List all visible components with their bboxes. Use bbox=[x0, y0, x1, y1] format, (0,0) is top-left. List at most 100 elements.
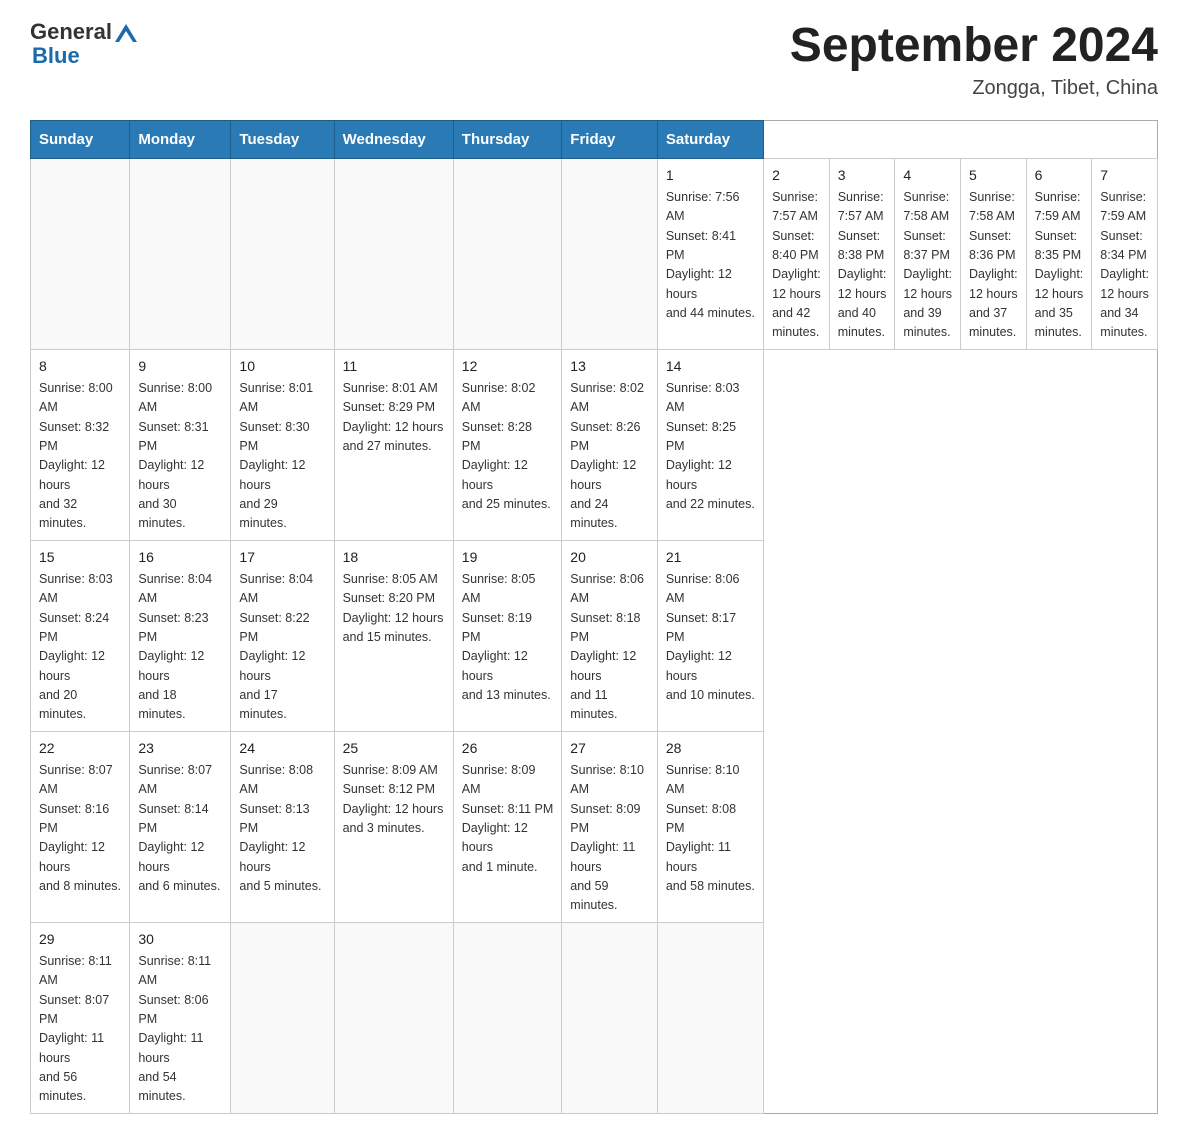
logo-blue-text: Blue bbox=[32, 44, 80, 68]
day-number: 5 bbox=[969, 165, 1018, 186]
day-number: 14 bbox=[666, 356, 755, 377]
calendar-day-29: 29 Sunrise: 8:11 AMSunset: 8:07 PMDaylig… bbox=[31, 922, 130, 1113]
day-info: Sunrise: 8:06 AMSunset: 8:17 PMDaylight:… bbox=[666, 570, 755, 706]
day-number: 19 bbox=[462, 547, 554, 568]
calendar-week-3: 15 Sunrise: 8:03 AMSunset: 8:24 PMDaylig… bbox=[31, 540, 1158, 731]
calendar-day-11: 11 Sunrise: 8:01 AMSunset: 8:29 PMDaylig… bbox=[334, 349, 453, 540]
logo: General Blue bbox=[30, 20, 137, 68]
day-header-sunday: Sunday bbox=[31, 120, 130, 158]
day-info: Sunrise: 8:01 AMSunset: 8:29 PMDaylight:… bbox=[343, 379, 445, 457]
calendar-day-19: 19 Sunrise: 8:05 AMSunset: 8:19 PMDaylig… bbox=[453, 540, 562, 731]
day-info: Sunrise: 8:03 AMSunset: 8:25 PMDaylight:… bbox=[666, 379, 755, 515]
day-header-tuesday: Tuesday bbox=[231, 120, 334, 158]
day-info: Sunrise: 8:00 AMSunset: 8:32 PMDaylight:… bbox=[39, 379, 121, 534]
calendar-day-25: 25 Sunrise: 8:09 AMSunset: 8:12 PMDaylig… bbox=[334, 731, 453, 922]
day-number: 8 bbox=[39, 356, 121, 377]
day-info: Sunrise: 8:06 AMSunset: 8:18 PMDaylight:… bbox=[570, 570, 649, 725]
calendar-day-3: 3 Sunrise: 7:57 AMSunset: 8:38 PMDayligh… bbox=[829, 158, 895, 349]
day-number: 18 bbox=[343, 547, 445, 568]
day-number: 24 bbox=[239, 738, 325, 759]
day-info: Sunrise: 7:58 AMSunset: 8:37 PMDaylight:… bbox=[903, 188, 952, 343]
day-number: 25 bbox=[343, 738, 445, 759]
day-info: Sunrise: 8:09 AMSunset: 8:12 PMDaylight:… bbox=[343, 761, 445, 839]
day-info: Sunrise: 8:03 AMSunset: 8:24 PMDaylight:… bbox=[39, 570, 121, 725]
calendar-day-16: 16 Sunrise: 8:04 AMSunset: 8:23 PMDaylig… bbox=[130, 540, 231, 731]
day-header-wednesday: Wednesday bbox=[334, 120, 453, 158]
empty-cell bbox=[231, 158, 334, 349]
day-number: 3 bbox=[838, 165, 887, 186]
day-number: 6 bbox=[1035, 165, 1084, 186]
day-number: 13 bbox=[570, 356, 649, 377]
empty-cell bbox=[562, 158, 658, 349]
day-info: Sunrise: 8:02 AMSunset: 8:28 PMDaylight:… bbox=[462, 379, 554, 515]
day-number: 9 bbox=[138, 356, 222, 377]
day-number: 26 bbox=[462, 738, 554, 759]
empty-cell bbox=[453, 922, 562, 1113]
day-header-friday: Friday bbox=[562, 120, 658, 158]
calendar-day-27: 27 Sunrise: 8:10 AMSunset: 8:09 PMDaylig… bbox=[562, 731, 658, 922]
empty-cell bbox=[453, 158, 562, 349]
calendar-day-8: 8 Sunrise: 8:00 AMSunset: 8:32 PMDayligh… bbox=[31, 349, 130, 540]
day-number: 15 bbox=[39, 547, 121, 568]
page-header: General Blue September 2024 Zongga, Tibe… bbox=[30, 20, 1158, 100]
subtitle: Zongga, Tibet, China bbox=[790, 77, 1158, 100]
day-info: Sunrise: 8:04 AMSunset: 8:22 PMDaylight:… bbox=[239, 570, 325, 725]
day-info: Sunrise: 8:01 AMSunset: 8:30 PMDaylight:… bbox=[239, 379, 325, 534]
empty-cell bbox=[130, 158, 231, 349]
calendar-week-2: 8 Sunrise: 8:00 AMSunset: 8:32 PMDayligh… bbox=[31, 349, 1158, 540]
day-info: Sunrise: 8:09 AMSunset: 8:11 PMDaylight:… bbox=[462, 761, 554, 877]
day-info: Sunrise: 7:59 AMSunset: 8:34 PMDaylight:… bbox=[1100, 188, 1149, 343]
calendar-day-6: 6 Sunrise: 7:59 AMSunset: 8:35 PMDayligh… bbox=[1026, 158, 1092, 349]
calendar-day-17: 17 Sunrise: 8:04 AMSunset: 8:22 PMDaylig… bbox=[231, 540, 334, 731]
day-number: 28 bbox=[666, 738, 755, 759]
calendar-day-23: 23 Sunrise: 8:07 AMSunset: 8:14 PMDaylig… bbox=[130, 731, 231, 922]
day-info: Sunrise: 7:58 AMSunset: 8:36 PMDaylight:… bbox=[969, 188, 1018, 343]
day-info: Sunrise: 8:05 AMSunset: 8:19 PMDaylight:… bbox=[462, 570, 554, 706]
day-info: Sunrise: 7:57 AMSunset: 8:40 PMDaylight:… bbox=[772, 188, 821, 343]
day-info: Sunrise: 8:02 AMSunset: 8:26 PMDaylight:… bbox=[570, 379, 649, 534]
day-info: Sunrise: 8:05 AMSunset: 8:20 PMDaylight:… bbox=[343, 570, 445, 648]
day-header-monday: Monday bbox=[130, 120, 231, 158]
calendar-day-5: 5 Sunrise: 7:58 AMSunset: 8:36 PMDayligh… bbox=[961, 158, 1027, 349]
empty-cell bbox=[334, 158, 453, 349]
day-number: 23 bbox=[138, 738, 222, 759]
day-number: 1 bbox=[666, 165, 755, 186]
day-number: 11 bbox=[343, 356, 445, 377]
day-number: 17 bbox=[239, 547, 325, 568]
calendar-day-4: 4 Sunrise: 7:58 AMSunset: 8:37 PMDayligh… bbox=[895, 158, 961, 349]
calendar-day-1: 1 Sunrise: 7:56 AMSunset: 8:41 PMDayligh… bbox=[657, 158, 763, 349]
empty-cell bbox=[334, 922, 453, 1113]
day-info: Sunrise: 8:00 AMSunset: 8:31 PMDaylight:… bbox=[138, 379, 222, 534]
calendar-day-14: 14 Sunrise: 8:03 AMSunset: 8:25 PMDaylig… bbox=[657, 349, 763, 540]
empty-cell bbox=[562, 922, 658, 1113]
calendar-day-13: 13 Sunrise: 8:02 AMSunset: 8:26 PMDaylig… bbox=[562, 349, 658, 540]
day-number: 2 bbox=[772, 165, 821, 186]
calendar-day-12: 12 Sunrise: 8:02 AMSunset: 8:28 PMDaylig… bbox=[453, 349, 562, 540]
empty-cell bbox=[31, 158, 130, 349]
calendar-header-row: SundayMondayTuesdayWednesdayThursdayFrid… bbox=[31, 120, 1158, 158]
calendar-day-15: 15 Sunrise: 8:03 AMSunset: 8:24 PMDaylig… bbox=[31, 540, 130, 731]
calendar-week-1: 1 Sunrise: 7:56 AMSunset: 8:41 PMDayligh… bbox=[31, 158, 1158, 349]
calendar-day-26: 26 Sunrise: 8:09 AMSunset: 8:11 PMDaylig… bbox=[453, 731, 562, 922]
day-number: 16 bbox=[138, 547, 222, 568]
calendar-day-10: 10 Sunrise: 8:01 AMSunset: 8:30 PMDaylig… bbox=[231, 349, 334, 540]
day-info: Sunrise: 8:10 AMSunset: 8:08 PMDaylight:… bbox=[666, 761, 755, 897]
calendar-day-28: 28 Sunrise: 8:10 AMSunset: 8:08 PMDaylig… bbox=[657, 731, 763, 922]
day-number: 22 bbox=[39, 738, 121, 759]
day-number: 7 bbox=[1100, 165, 1149, 186]
calendar-day-2: 2 Sunrise: 7:57 AMSunset: 8:40 PMDayligh… bbox=[764, 158, 830, 349]
day-number: 29 bbox=[39, 929, 121, 950]
calendar-week-4: 22 Sunrise: 8:07 AMSunset: 8:16 PMDaylig… bbox=[31, 731, 1158, 922]
day-info: Sunrise: 8:07 AMSunset: 8:14 PMDaylight:… bbox=[138, 761, 222, 897]
calendar-day-21: 21 Sunrise: 8:06 AMSunset: 8:17 PMDaylig… bbox=[657, 540, 763, 731]
empty-cell bbox=[657, 922, 763, 1113]
day-number: 12 bbox=[462, 356, 554, 377]
calendar-day-20: 20 Sunrise: 8:06 AMSunset: 8:18 PMDaylig… bbox=[562, 540, 658, 731]
day-info: Sunrise: 7:56 AMSunset: 8:41 PMDaylight:… bbox=[666, 188, 755, 324]
empty-cell bbox=[231, 922, 334, 1113]
day-info: Sunrise: 7:57 AMSunset: 8:38 PMDaylight:… bbox=[838, 188, 887, 343]
day-info: Sunrise: 7:59 AMSunset: 8:35 PMDaylight:… bbox=[1035, 188, 1084, 343]
day-info: Sunrise: 8:04 AMSunset: 8:23 PMDaylight:… bbox=[138, 570, 222, 725]
calendar-day-22: 22 Sunrise: 8:07 AMSunset: 8:16 PMDaylig… bbox=[31, 731, 130, 922]
logo-general-text: General bbox=[30, 20, 112, 44]
